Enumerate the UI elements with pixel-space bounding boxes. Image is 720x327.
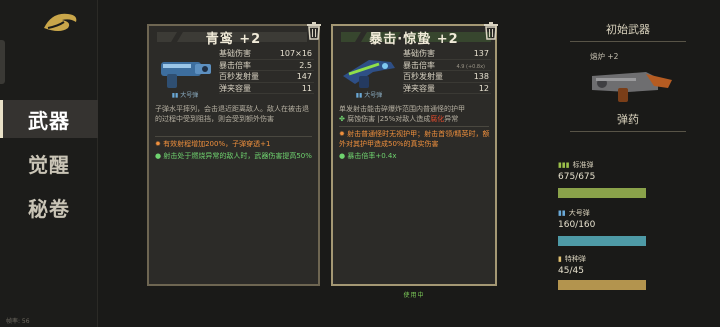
desc-line: ✤ 腐蚀伤害 |25%对敌人造成腐化异常 (339, 115, 459, 123)
weapon-card-qingluan[interactable]: 青鸾 +2 ▮▮ 大号弹 基础伤害 107×16 暴击倍率 2.5 百秒发射量 147… (147, 24, 320, 286)
side-nav: 武器 觉醒 秘卷 帧率: 56 (0, 0, 98, 327)
stat-row: 弹夹容量 11 (219, 83, 314, 94)
stat-label: 弹夹容量 (219, 83, 251, 93)
stat-label: 暴击倍率 (219, 60, 251, 70)
stat-value: 137 (473, 49, 489, 58)
stats-table: 基础伤害 137 暴击倍率 4.9 (+0.8x) 百秒发射量 138 弹夹容量 12 (403, 48, 491, 94)
perk-item: ● 射击处于燃烧异常的敌人时，武器伤害提高50% (155, 152, 312, 160)
stat-label: 基础伤害 (219, 49, 251, 58)
nav-weapons-label: 武器 (28, 108, 70, 133)
initial-weapon-heading: 初始武器 (556, 21, 700, 42)
stat-row: 基础伤害 107×16 (219, 48, 314, 60)
nav-secret[interactable]: 秘卷 (0, 188, 98, 226)
ammo-bar-fill (558, 280, 646, 290)
perk-list: ✹ 射击普通怪时无视护甲；射击首领/精英时，额外对其护甲造成50%的真实伤害 ●… (339, 129, 491, 163)
divider (155, 136, 312, 137)
loadout-panel: 初始武器 熔炉 +2 弹药 ▮▮▮ 标准弹 675/675 ▮▮ 大号弹 160/1… (548, 0, 720, 327)
stat-value: 12 (478, 83, 489, 93)
stat-label: 基础伤害 (403, 49, 435, 58)
stat-row: 暴击倍率 4.9 (+0.8x) (403, 60, 491, 71)
trash-icon[interactable] (306, 22, 322, 40)
nav-awaken-label: 觉醒 (28, 152, 70, 177)
ammo-bar-large (558, 236, 646, 246)
furnace-weapon-icon[interactable] (588, 64, 678, 104)
ammo-type-label: 大号弹 (180, 92, 199, 99)
ammo-large: ▮▮ 大号弹 160/160 (558, 208, 648, 230)
stat-row: 百秒发射量 138 (403, 71, 491, 83)
ammo-count: 45/45 (558, 266, 584, 276)
ammo-bar-fill (558, 188, 646, 198)
card-title: 青鸾 +2 (205, 31, 262, 47)
nav-weapons[interactable]: 武器 (0, 100, 98, 138)
special-ammo-icon: ▮ (558, 255, 562, 263)
game-logo-icon (44, 13, 77, 31)
collapse-tab[interactable] (0, 40, 5, 84)
stat-label: 百秒发射量 (403, 72, 443, 81)
perk-item: ✹ 射击普通怪时无视护甲；射击首领/精英时，额外对其护甲造成50%的真实伤害 (339, 130, 490, 148)
corrosion-icon: ✤ (339, 115, 345, 123)
ammo-type-icon: ▮▮ (355, 92, 363, 99)
stat-value: 138 (473, 72, 489, 81)
stats-table: 基础伤害 107×16 暴击倍率 2.5 百秒发射量 147 弹夹容量 11 (219, 48, 314, 94)
perk-item: ✹ 有效射程增加200%，子弹穿透+1 (155, 140, 271, 148)
card-title: 暴击·惊蛰 +2 (369, 31, 459, 47)
stat-label: 弹夹容量 (403, 83, 435, 93)
weapon-description: 子弹水平摔列，会击退近距离敌人。敌人在被击退的过程中受到阻挡，则会受到额外伤害 (155, 105, 309, 123)
perk-item: ● 暴击倍率+0.4x (339, 152, 397, 160)
nav-secret-label: 秘卷 (28, 196, 70, 221)
stat-value: 147 (296, 72, 312, 81)
stat-row: 百秒发射量 147 (219, 71, 314, 83)
divider (339, 126, 489, 127)
stat-row: 弹夹容量 12 (403, 83, 491, 94)
ammo-standard: ▮▮▮ 标准弹 675/675 (558, 160, 648, 182)
ammo-bar-standard (558, 188, 646, 198)
equipped-status: 使用中 (403, 292, 425, 299)
standard-ammo-icon: ▮▮▮ (558, 161, 570, 169)
desc-line: 单发射击能击碎爆炸范围内普通怪的护甲 (339, 105, 465, 113)
stat-value: 107×16 (279, 49, 312, 58)
nav-awaken[interactable]: 觉醒 (0, 144, 98, 182)
ammo-type-label: 大号弹 (364, 92, 383, 99)
weapon-qingluan-icon (161, 62, 211, 88)
ammo-count: 160/160 (558, 220, 596, 230)
stat-row: 暴击倍率 2.5 (219, 60, 314, 71)
stat-value: 11 (301, 83, 312, 93)
ammo-special: ▮ 特种弹 45/45 (558, 254, 648, 276)
weapon-card-jingzhe[interactable]: 暴击·惊蛰 +2 ▮▮ 大号弹 基础伤害 137 暴击倍率 4.9 (+0.8x) … (331, 24, 497, 286)
ammo-bar-special (558, 280, 646, 290)
initial-weapon-name: 熔炉 +2 (590, 52, 619, 61)
ammo-name: 标准弹 (572, 161, 594, 169)
ammo-name: 特种弹 (564, 255, 586, 263)
large-ammo-icon: ▮▮ (558, 209, 566, 217)
stat-label: 百秒发射量 (219, 72, 259, 81)
ammo-type-icon: ▮▮ (171, 92, 179, 99)
weapon-jingzhe-icon (343, 60, 395, 88)
weapon-description: 单发射击能击碎爆炸范围内普通怪的护甲 ✤ 腐蚀伤害 |25%对敌人造成腐化异常 (339, 104, 491, 124)
ammo-count: 675/675 (558, 172, 596, 182)
ammo-name: 大号弹 (568, 209, 590, 217)
stat-subvalue: 4.9 (+0.8x) (456, 63, 485, 70)
stat-label: 暴击倍率 (403, 60, 435, 70)
ammo-heading: 弹药 (556, 111, 700, 132)
perk-list: ✹ 有效射程增加200%，子弹穿透+1 ● 射击处于燃烧异常的敌人时，武器伤害提… (155, 139, 314, 163)
trash-icon[interactable] (483, 22, 499, 40)
stat-row: 基础伤害 137 (403, 48, 491, 60)
stat-value: 2.5 (299, 60, 312, 70)
fps-counter: 帧率: 56 (6, 318, 30, 325)
ammo-bar-fill (558, 236, 646, 246)
